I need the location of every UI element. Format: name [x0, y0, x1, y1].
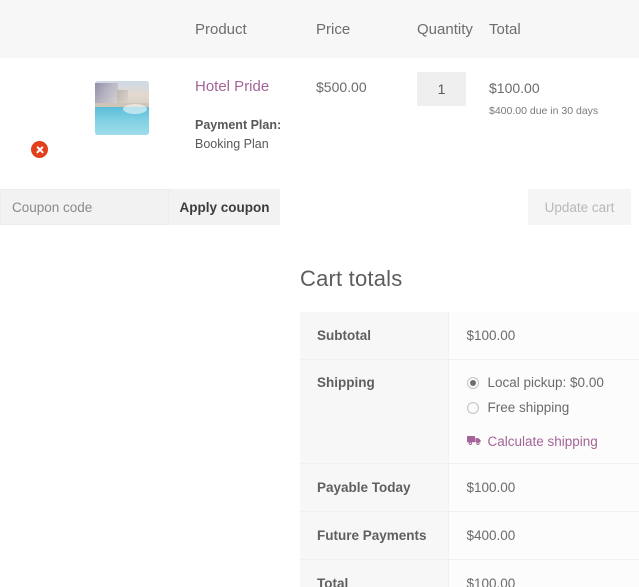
cart-actions-row: Apply coupon Update cart — [0, 189, 639, 225]
totals-row-total: Total $100.00 — [300, 559, 639, 587]
header-thumbnail-spacer — [95, 0, 195, 58]
cart-table-row: Hotel Pride Payment Plan: Booking Plan $… — [0, 58, 639, 183]
shipping-option-label: Local pickup: $0.00 — [487, 375, 604, 390]
line-item-total-note: $400.00 due in 30 days — [489, 105, 599, 117]
header-remove-spacer — [0, 0, 95, 58]
product-quantity-cell — [417, 58, 489, 183]
product-name-cell: Hotel Pride Payment Plan: Booking Plan — [195, 58, 316, 183]
totals-value-payable-today: $100.00 — [448, 463, 639, 512]
totals-value-total: $100.00 — [448, 559, 639, 587]
product-thumbnail-image[interactable] — [95, 81, 149, 135]
remove-item-cell — [0, 58, 95, 183]
column-header-product: Product — [195, 20, 247, 38]
truck-icon — [466, 434, 482, 449]
column-header-price: Price — [316, 20, 351, 38]
coupon-code-input[interactable] — [0, 189, 169, 225]
totals-row-shipping: Shipping Local pickup: $0.00 Free shippi… — [300, 359, 639, 464]
cart-page: Product Price Quantity Total Hotel Pride… — [0, 0, 639, 587]
totals-label-future-payments: Future Payments — [300, 511, 449, 560]
line-item-total: $100.00 — [489, 80, 540, 96]
product-thumbnail-cell — [95, 58, 195, 183]
column-header-quantity: Quantity — [417, 20, 473, 38]
totals-label-payable-today: Payable Today — [300, 463, 449, 512]
totals-value-shipping: Local pickup: $0.00 Free shipping Calcul… — [448, 359, 639, 464]
payment-plan-value: Booking Plan — [195, 137, 269, 151]
totals-row-payable-today: Payable Today $100.00 — [300, 463, 639, 512]
cart-totals-title: Cart totals — [300, 266, 403, 291]
totals-value-subtotal: $100.00 — [448, 312, 639, 360]
shipping-option-label: Free shipping — [487, 400, 570, 415]
totals-row-subtotal: Subtotal $100.00 — [300, 312, 639, 360]
totals-value-future-payments: $400.00 — [448, 511, 639, 560]
column-header-total: Total — [489, 20, 521, 38]
radio-free-shipping-icon[interactable] — [466, 402, 479, 414]
product-name-link[interactable]: Hotel Pride — [195, 78, 316, 96]
calculate-shipping-link[interactable]: Calculate shipping — [466, 434, 639, 449]
payment-plan-label: Payment Plan: — [195, 118, 282, 132]
shipping-option-free-shipping[interactable]: Free shipping — [466, 400, 639, 416]
thumb-building-left — [95, 83, 118, 104]
totals-label-shipping: Shipping — [300, 359, 449, 464]
calculate-shipping-label: Calculate shipping — [487, 434, 598, 449]
shop-cart-table: Product Price Quantity Total Hotel Pride… — [0, 0, 639, 183]
apply-coupon-button[interactable]: Apply coupon — [169, 189, 280, 225]
remove-circle-x-icon[interactable] — [31, 141, 48, 159]
totals-label-subtotal: Subtotal — [300, 312, 449, 360]
product-total-cell: $100.00 $400.00 due in 30 days — [489, 58, 639, 183]
totals-label-total: Total — [300, 559, 449, 587]
update-cart-button[interactable]: Update cart — [528, 189, 631, 225]
shipping-option-local-pickup[interactable]: Local pickup: $0.00 — [466, 375, 639, 391]
cart-table-header-row: Product Price Quantity Total — [0, 0, 639, 58]
product-price-cell: $500.00 — [316, 79, 367, 95]
totals-row-future-payments: Future Payments $400.00 — [300, 511, 639, 560]
cart-totals-section: Cart totals Subtotal $100.00 Shipping Lo… — [300, 266, 639, 587]
radio-local-pickup-icon[interactable] — [466, 377, 479, 389]
cart-totals-table: Subtotal $100.00 Shipping Local pickup: … — [300, 312, 639, 587]
quantity-input[interactable] — [417, 72, 466, 106]
